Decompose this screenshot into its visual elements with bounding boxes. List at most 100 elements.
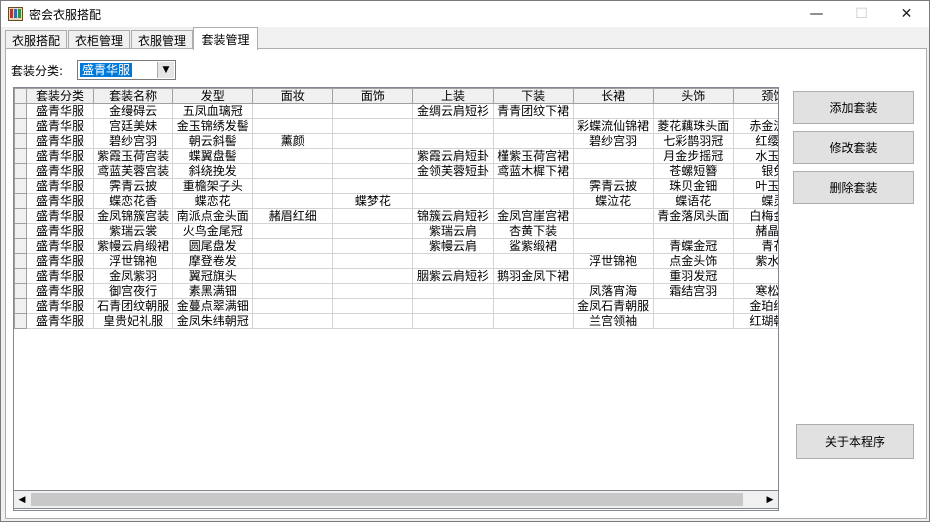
table-cell[interactable]: 盛青华服 xyxy=(25,253,95,269)
table-cell[interactable]: 金凤朱纬朝冠 xyxy=(172,313,254,329)
table-cell[interactable] xyxy=(332,313,414,329)
table-cell[interactable] xyxy=(252,268,334,284)
table-cell[interactable] xyxy=(412,298,494,314)
table-cell[interactable] xyxy=(492,298,574,314)
table-cell[interactable] xyxy=(252,253,334,269)
table-cell[interactable]: 盛青华服 xyxy=(25,148,95,164)
table-cell[interactable]: 紫水晶 xyxy=(732,253,778,269)
suit-category-select[interactable]: 盛青华服 ▼ xyxy=(77,60,176,80)
row-header[interactable] xyxy=(14,268,27,284)
table-cell[interactable]: 红瑚朝珠 xyxy=(732,313,778,329)
table-row[interactable]: 盛青华服宫廷美妹金玉锦绣发髻 彩蝶流仙锦裙菱花藕珠头面赤金流苏 xyxy=(14,118,778,134)
table-cell[interactable]: 蝶梦花 xyxy=(332,193,414,209)
row-header[interactable] xyxy=(14,178,27,194)
minimize-button[interactable]: — xyxy=(794,1,839,27)
table-cell[interactable]: 石青团纹朝服 xyxy=(93,298,174,314)
table-cell[interactable]: 盛青华服 xyxy=(25,313,95,329)
close-button[interactable]: ✕ xyxy=(884,1,929,27)
table-cell[interactable]: 浮世锦袍 xyxy=(572,253,654,269)
row-header[interactable] xyxy=(14,238,27,254)
table-cell[interactable]: 蝶灵 xyxy=(732,193,778,209)
table-cell[interactable]: 盛青华服 xyxy=(25,163,95,179)
table-cell[interactable]: 翼冠旗头 xyxy=(172,268,254,284)
table-cell[interactable]: 寒松白 xyxy=(732,283,778,299)
table-cell[interactable] xyxy=(332,118,414,134)
table-cell[interactable]: 金凤紫羽 xyxy=(93,268,174,284)
table-cell[interactable]: 摩登卷发 xyxy=(172,253,254,269)
table-cell[interactable]: 蝶语花 xyxy=(652,193,734,209)
column-header[interactable]: 套装名称 xyxy=(93,88,174,104)
table-cell[interactable]: 宫廷美妹 xyxy=(93,118,174,134)
table-row[interactable]: 盛青华服 金凤紫羽 翼冠旗头 胭紫云肩短衫 鹅羽金凤下裙 重羽发冠 xyxy=(14,268,778,284)
row-header[interactable] xyxy=(14,193,27,209)
scrollbar-thumb[interactable] xyxy=(31,493,743,506)
table-row[interactable]: 盛青华服御宫夜行素黑满钿 凤落宵海霜结宫羽寒松白 xyxy=(14,283,778,299)
table-cell[interactable]: 薰颜 xyxy=(252,133,334,149)
table-cell[interactable] xyxy=(252,118,334,134)
table-cell[interactable]: 兰宫领袖 xyxy=(572,313,654,329)
column-header[interactable]: 上装 xyxy=(412,88,494,104)
tab-clothes-manage[interactable]: 衣服管理 xyxy=(131,30,193,49)
table-cell[interactable]: 蝶泣花 xyxy=(572,193,654,209)
column-header[interactable]: 面妆 xyxy=(252,88,334,104)
table-cell[interactable] xyxy=(652,223,734,239)
table-cell[interactable] xyxy=(412,178,494,194)
table-cell[interactable]: 皇贵妃礼服 xyxy=(93,313,174,329)
table-cell[interactable]: 水玉项 xyxy=(732,148,778,164)
table-row[interactable]: 盛青华服紫瑞云裳火鸟金尾冠 紫瑞云肩杏黄下装 赭晶宽 xyxy=(14,223,778,239)
table-cell[interactable]: 七彩鹊羽冠 xyxy=(652,133,734,149)
table-cell[interactable] xyxy=(492,313,574,329)
table-cell[interactable]: 青青团纹下裙 xyxy=(492,103,574,119)
suit-table[interactable]: 套装分类 套装名称 发型 面妆 面饰 上装 下装 长裙 头饰 颈饰 盛青华服金缦… xyxy=(13,87,779,511)
row-header[interactable] xyxy=(14,118,27,134)
maximize-button[interactable]: ☐ xyxy=(839,1,884,27)
table-cell[interactable] xyxy=(412,118,494,134)
tab-outfit-match[interactable]: 衣服搭配 xyxy=(5,30,67,49)
table-cell[interactable]: 金玉锦绣发髻 xyxy=(172,118,254,134)
table-cell[interactable] xyxy=(732,103,778,119)
table-cell[interactable]: 赭眉红细 xyxy=(252,208,334,224)
table-cell[interactable]: 苍螺短簪 xyxy=(652,163,734,179)
table-cell[interactable]: 金凤宫崖宫裙 xyxy=(492,208,574,224)
table-cell[interactable]: 珠贝金钿 xyxy=(652,178,734,194)
table-cell[interactable] xyxy=(332,163,414,179)
table-cell[interactable] xyxy=(332,148,414,164)
table-cell[interactable]: 鸢蓝芙蓉宫装 xyxy=(93,163,174,179)
table-cell[interactable]: 盛青华服 xyxy=(25,178,95,194)
table-cell[interactable] xyxy=(332,223,414,239)
column-header[interactable]: 面饰 xyxy=(332,88,414,104)
table-cell[interactable]: 鸢蓝木樨下裙 xyxy=(492,163,574,179)
add-suit-button[interactable]: 添加套装 xyxy=(793,91,914,124)
column-header[interactable]: 头饰 xyxy=(652,88,734,104)
table-cell[interactable]: 金珀绿松 xyxy=(732,298,778,314)
table-cell[interactable]: 凤落宵海 xyxy=(572,283,654,299)
table-cell[interactable]: 霜结宫羽 xyxy=(652,283,734,299)
table-cell[interactable] xyxy=(332,253,414,269)
table-cell[interactable]: 重檐架子头 xyxy=(172,178,254,194)
row-header[interactable] xyxy=(14,163,27,179)
table-row[interactable]: 盛青华服紫幔云肩缎裙圆尾盘发 紫幔云肩鲨紫缎裙 青蝶金冠青花 xyxy=(14,238,778,254)
table-cell[interactable] xyxy=(572,208,654,224)
table-cell[interactable] xyxy=(652,298,734,314)
table-cell[interactable] xyxy=(572,163,654,179)
table-row[interactable]: 盛青华服 金缦碍云 五凤血璃冠 金绸云肩短衫 青青团纹下裙 xyxy=(14,103,778,119)
table-cell[interactable]: 盛青华服 xyxy=(25,118,95,134)
table-cell[interactable]: 盛青华服 xyxy=(25,133,95,149)
table-cell[interactable]: 鹅羽金凤下裙 xyxy=(492,268,574,284)
row-header[interactable] xyxy=(14,103,27,119)
row-header[interactable] xyxy=(14,313,27,329)
table-cell[interactable]: 盛青华服 xyxy=(25,103,95,119)
table-row[interactable]: 盛青华服霁青云披重檐架子头霁青云披珠贝金钿叶玉项 xyxy=(14,178,778,194)
table-cell[interactable]: 紫瑞云裳 xyxy=(93,223,174,239)
table-cell[interactable] xyxy=(252,178,334,194)
table-cell[interactable] xyxy=(252,238,334,254)
table-cell[interactable]: 青金落凤头面 xyxy=(652,208,734,224)
table-cell[interactable]: 盛青华服 xyxy=(25,298,95,314)
edit-suit-button[interactable]: 修改套装 xyxy=(793,131,914,164)
table-cell[interactable] xyxy=(252,193,334,209)
table-cell[interactable]: 紫幔云肩缎裙 xyxy=(93,238,174,254)
table-cell[interactable]: 白梅金项 xyxy=(732,208,778,224)
table-cell[interactable]: 杏黄下装 xyxy=(492,223,574,239)
delete-suit-button[interactable]: 删除套装 xyxy=(793,171,914,204)
table-cell[interactable] xyxy=(412,133,494,149)
